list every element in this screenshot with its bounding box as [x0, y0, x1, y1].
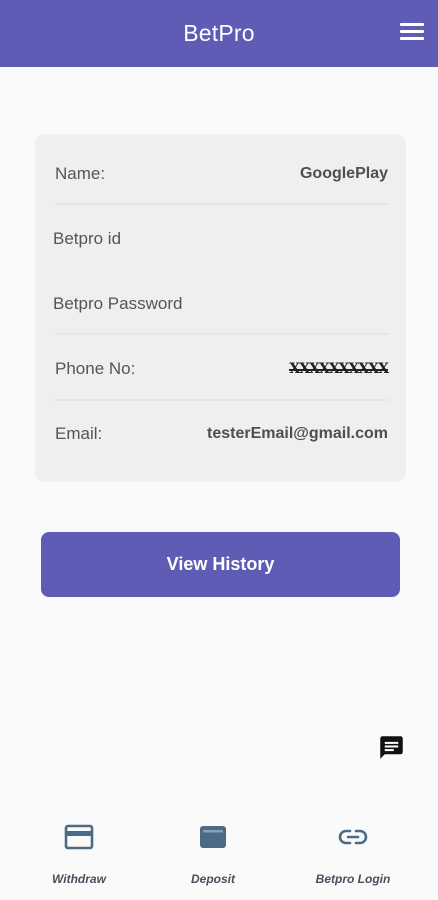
phone-label: Phone No: [55, 358, 136, 378]
phone-value-masked: XXXXXXXXXX [289, 360, 389, 377]
chat-message-icon[interactable] [378, 734, 405, 761]
email-value: testerEmail@gmail.com [207, 424, 388, 442]
name-value: GooglePlay [299, 164, 388, 182]
view-history-button[interactable]: View History [41, 532, 400, 597]
nav-betpro-login[interactable]: Betpro Login [304, 810, 402, 900]
nav-betpro-login-label: Betpro Login [315, 872, 391, 886]
betpro-id-label: Betpro id [53, 228, 122, 248]
nav-deposit[interactable]: Deposit [178, 810, 248, 900]
betpro-password-row: Betpro Password [53, 271, 386, 336]
email-label: Email: [55, 423, 103, 443]
wallet-icon [200, 826, 226, 848]
hamburger-menu-icon[interactable] [400, 23, 424, 43]
email-row: Email: testerEmail@gmail.com [55, 401, 388, 466]
divider [55, 333, 388, 335]
profile-card: Name: GooglePlay Betpro id Betpro Passwo… [35, 134, 406, 482]
app-title: BetPro [183, 20, 255, 46]
nav-withdraw[interactable]: Withdraw [44, 810, 114, 900]
name-label: Name: [55, 163, 106, 183]
bottom-navigation: Withdraw Deposit Betpro Login [0, 810, 438, 900]
credit-card-icon [64, 824, 94, 850]
divider [55, 203, 388, 205]
app-header: BetPro [0, 0, 438, 67]
link-icon [338, 829, 368, 845]
phone-row: Phone No: XXXXXXXXXX [55, 336, 389, 401]
betpro-password-label: Betpro Password [53, 293, 183, 313]
betpro-id-row: Betpro id [53, 206, 386, 271]
nav-deposit-label: Deposit [190, 872, 235, 886]
nav-withdraw-label: Withdraw [52, 872, 106, 886]
name-row: Name: GooglePlay [55, 141, 388, 206]
app-screen: BetPro Name: GooglePlay Betpro id Betpro… [0, 0, 438, 900]
